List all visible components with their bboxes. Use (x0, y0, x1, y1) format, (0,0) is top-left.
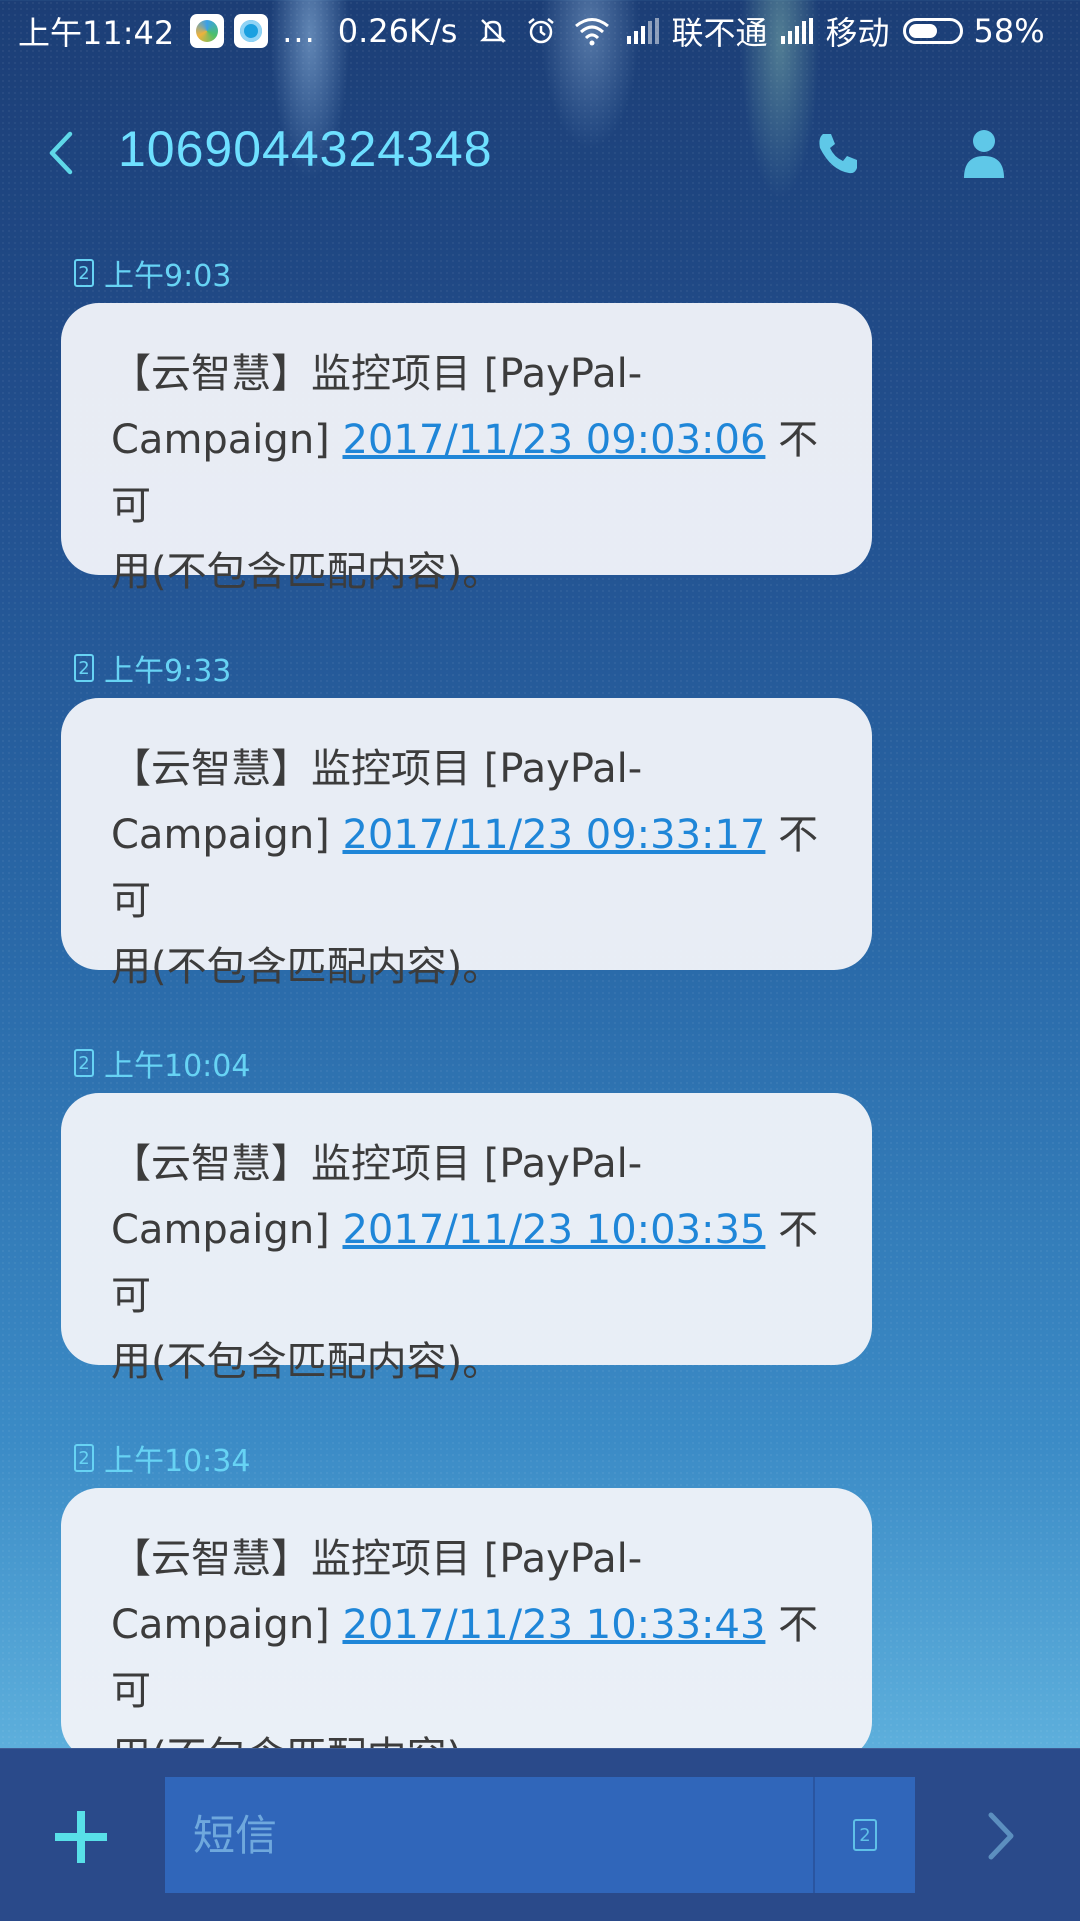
status-bar: 上午11:42 ... 0.26K/s 联不通 移动 58% (0, 0, 1080, 62)
battery-percent: 58% (973, 12, 1045, 50)
back-button[interactable] (38, 128, 88, 178)
message-line: 【云智慧】监控项目 [PayPal- (111, 351, 643, 397)
sim-card-icon: 2 (853, 1819, 877, 1851)
send-button[interactable] (975, 1811, 1025, 1861)
phone-icon (819, 134, 857, 174)
datetime-link[interactable]: 2017/11/23 10:03:35 (342, 1207, 765, 1253)
sms-input[interactable] (165, 1777, 815, 1893)
message-time: 上午10:34 (104, 1444, 251, 1479)
message-bubble[interactable]: 【云智慧】监控项目 [PayPal- Campaign] 2017/11/23 … (61, 303, 872, 595)
message-line: 用(不包含匹配内容)。 (111, 1339, 503, 1385)
signal-icon (781, 18, 814, 44)
datetime-link[interactable]: 2017/11/23 09:33:17 (342, 812, 765, 858)
message-text: Campaign] (111, 812, 343, 858)
sim-card-icon: 2 (74, 259, 94, 287)
attach-plus-button[interactable] (55, 1811, 107, 1863)
browser-notification-icon (234, 14, 269, 48)
net-speed: 0.26K/s (337, 12, 458, 50)
message-text: Campaign] (111, 1602, 343, 1648)
message-timestamp: 2 上午9:03 (74, 251, 231, 295)
wifi-icon (573, 16, 611, 46)
message-line: 【云智慧】监控项目 [PayPal- (111, 1536, 643, 1582)
message-line: 【云智慧】监控项目 [PayPal- (111, 746, 643, 792)
sim-card-icon: 2 (74, 1049, 94, 1077)
sim-card-icon: 2 (74, 1444, 94, 1472)
datetime-link[interactable]: 2017/11/23 10:33:43 (342, 1602, 765, 1648)
battery-icon (903, 18, 964, 44)
message-timestamp: 2 上午10:04 (74, 1041, 250, 1085)
mute-bell-icon (477, 15, 509, 47)
contact-icon (964, 130, 1004, 178)
message-time: 上午9:33 (104, 654, 232, 689)
sim-card-icon: 2 (74, 654, 94, 682)
message-text: Campaign] (111, 417, 343, 463)
contact-button[interactable] (958, 126, 1010, 180)
message-line: Campaign] 2017/11/23 09:33:17 不可 (111, 802, 822, 934)
more-notifications: ... (282, 12, 316, 50)
conversation-header: 1069044324348 (0, 108, 1080, 198)
signal-icon (627, 18, 660, 44)
message-line: Campaign] 2017/11/23 10:33:43 不可 (111, 1592, 822, 1724)
call-button[interactable] (813, 128, 863, 178)
datetime-link[interactable]: 2017/11/23 09:03:06 (342, 417, 765, 463)
message-timestamp: 2 上午9:33 (74, 646, 231, 690)
carrier-1: 联不通 (671, 14, 768, 52)
message-line: 用(不包含匹配内容)。 (111, 944, 503, 990)
alarm-icon (525, 15, 557, 47)
sim-select-button[interactable]: 2 (813, 1777, 915, 1893)
message-timestamp: 2 上午10:34 (74, 1436, 250, 1480)
message-time: 上午9:03 (104, 259, 232, 294)
back-arrow-icon (49, 131, 73, 175)
message-bubble[interactable]: 【云智慧】监控项目 [PayPal- Campaign] 2017/11/23 … (61, 1488, 872, 1780)
app-notification-icon (190, 14, 225, 48)
message-line: Campaign] 2017/11/23 10:03:35 不可 (111, 1197, 822, 1329)
page-title: 1069044324348 (118, 121, 493, 177)
carrier-2: 移动 (825, 14, 890, 52)
composer-bar: 2 (0, 1748, 1080, 1921)
status-time: 上午11:42 (18, 14, 175, 52)
message-line: 【云智慧】监控项目 [PayPal- (111, 1141, 643, 1187)
message-text: Campaign] (111, 1207, 343, 1253)
send-arrow-icon (988, 1812, 1014, 1860)
message-bubble[interactable]: 【云智慧】监控项目 [PayPal- Campaign] 2017/11/23 … (61, 698, 872, 990)
message-line: 用(不包含匹配内容)。 (111, 549, 503, 595)
message-time: 上午10:04 (104, 1049, 251, 1084)
message-bubble[interactable]: 【云智慧】监控项目 [PayPal- Campaign] 2017/11/23 … (61, 1093, 872, 1385)
message-line: Campaign] 2017/11/23 09:03:06 不可 (111, 407, 822, 539)
